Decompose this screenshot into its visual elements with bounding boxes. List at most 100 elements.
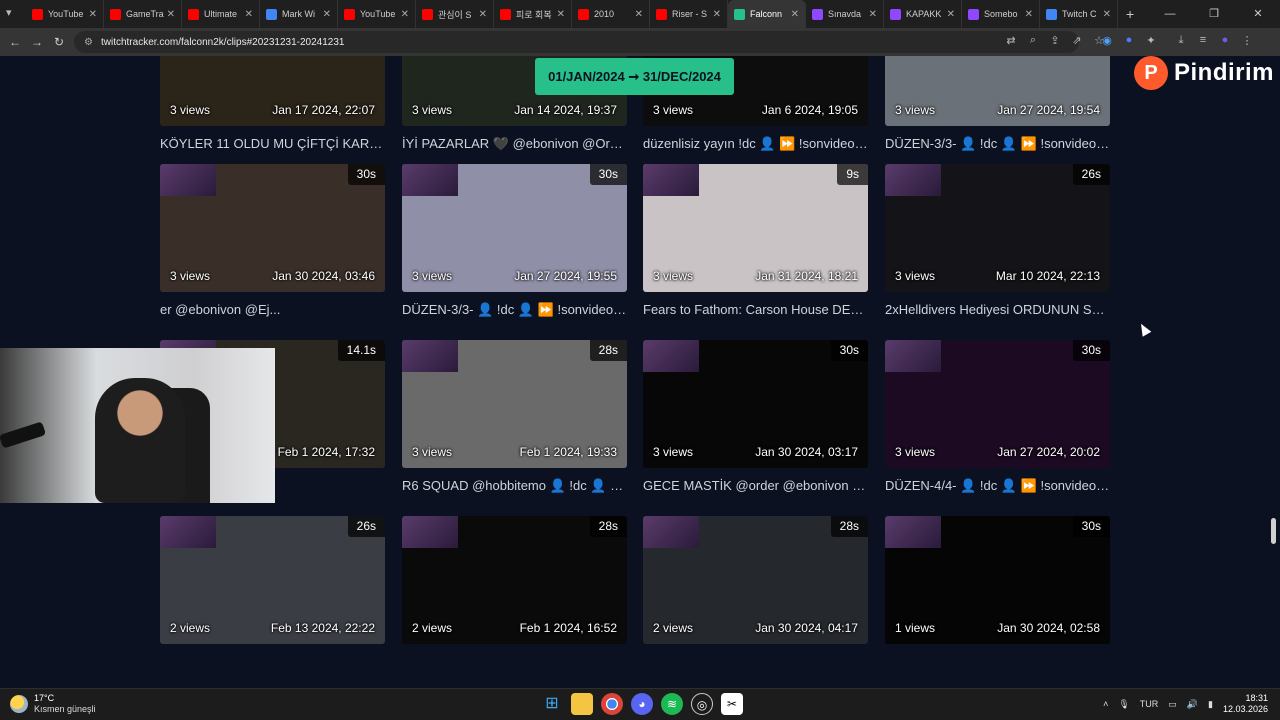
clip-card[interactable]: 26s 2 views Feb 13 2024, 22:22 <box>160 516 385 644</box>
share-icon[interactable]: ⇗ <box>1070 34 1084 47</box>
reading-list-icon[interactable]: ≡ <box>1196 34 1210 47</box>
clip-thumbnail[interactable]: 26s 3 views Mar 10 2024, 22:13 <box>885 164 1110 292</box>
kebab-menu-icon[interactable]: ⋮ <box>1240 34 1254 47</box>
clip-thumbnail[interactable]: 30s 3 views Jan 27 2024, 20:02 <box>885 340 1110 468</box>
extension-icon[interactable]: ◉ <box>1100 34 1114 47</box>
clip-title[interactable]: İYİ PAZARLAR 🖤 @ebonivon @Order !... <box>402 136 627 152</box>
clip-title[interactable]: GECE MASTİK @order @ebonivon @Ej... <box>643 478 868 493</box>
file-explorer-icon[interactable] <box>571 693 593 715</box>
clip-thumbnail[interactable]: 30s3 viewsJan 27 2024, 19:54 <box>885 56 1110 126</box>
clip-title[interactable]: düzenlisiz yayın !dc 👤 ⏩ !sonvideo !a... <box>643 136 868 152</box>
minimize-icon[interactable]: — <box>1148 0 1192 28</box>
download-icon[interactable]: ⤓ <box>1174 34 1188 47</box>
clip-thumbnail[interactable]: 30s 1 views Jan 30 2024, 02:58 <box>885 516 1110 644</box>
date-range-badge[interactable]: 01/JAN/2024 ➞ 31/DEC/2024 <box>535 58 734 95</box>
tray-overflow-icon[interactable]: ˄ <box>1103 699 1108 709</box>
spotify-icon[interactable]: ≋ <box>661 693 683 715</box>
forward-icon[interactable]: → <box>26 35 48 49</box>
browser-tab[interactable]: Falconn ✕ <box>728 0 806 28</box>
clip-card[interactable]: 9s 3 views Jan 31 2024, 18:21 Fears to Fath… <box>643 164 868 317</box>
weather-widget[interactable]: 17°C Kısmen güneşli <box>10 693 96 715</box>
tab-close-icon[interactable]: ✕ <box>635 9 643 20</box>
clip-card[interactable]: 28s 3 views Feb 1 2024, 19:33 R6 SQUAD @hob… <box>402 340 627 494</box>
volume-icon[interactable]: 🔊 <box>1187 699 1198 710</box>
tab-close-icon[interactable]: ✕ <box>1025 9 1033 20</box>
network-icon[interactable]: ▭ <box>1168 699 1177 710</box>
clip-thumbnail[interactable]: 26s 2 views Feb 13 2024, 22:22 <box>160 516 385 644</box>
tab-close-icon[interactable]: ✕ <box>401 9 409 20</box>
browser-tab[interactable]: GameTra ✕ <box>104 0 182 28</box>
close-window-icon[interactable]: ✕ <box>1236 0 1280 28</box>
browser-tab[interactable]: Ultimate ✕ <box>182 0 260 28</box>
clip-title[interactable]: KÖYLER 11 OLDU MU ÇİFTÇİ KARDE... <box>160 136 385 151</box>
capcut-icon[interactable]: ✂ <box>721 693 743 715</box>
browser-tab[interactable]: Sınavda ✕ <box>806 0 884 28</box>
clip-thumbnail[interactable]: 28s 2 views Jan 30 2024, 04:17 <box>643 516 868 644</box>
new-tab-button[interactable]: + <box>1126 6 1134 22</box>
clip-thumbnail[interactable]: 30s3 viewsJan 17 2024, 22:07 <box>160 56 385 126</box>
zoom-icon[interactable]: ⌕ <box>1026 34 1040 47</box>
tab-close-icon[interactable]: ✕ <box>713 9 721 20</box>
extensions-puzzle-icon[interactable]: ✦ <box>1144 34 1158 47</box>
restore-icon[interactable]: ❐ <box>1192 0 1236 28</box>
tab-close-icon[interactable]: ✕ <box>1103 9 1111 20</box>
install-icon[interactable]: ⇪ <box>1048 34 1062 47</box>
browser-tab[interactable]: Mark Wi ✕ <box>260 0 338 28</box>
language-indicator[interactable]: TUR <box>1140 699 1159 709</box>
steam-icon[interactable]: ◎ <box>691 693 713 715</box>
browser-tab[interactable]: 2010 ✕ <box>572 0 650 28</box>
clip-card[interactable]: 28s 2 views Jan 30 2024, 04:17 <box>643 516 868 644</box>
browser-tab[interactable]: Somebo ✕ <box>962 0 1040 28</box>
tab-close-icon[interactable]: ✕ <box>323 9 331 20</box>
browser-tab[interactable]: 관심이 S ✕ <box>416 0 494 28</box>
tab-close-icon[interactable]: ✕ <box>479 9 487 20</box>
browser-tab[interactable]: Riser - S ✕ <box>650 0 728 28</box>
clip-thumbnail[interactable]: 28s 2 views Feb 1 2024, 16:52 <box>402 516 627 644</box>
browser-tab[interactable]: YouTube ✕ <box>338 0 416 28</box>
browser-tab[interactable]: YouTube ✕ <box>26 0 104 28</box>
clip-card[interactable]: 30s 3 views Jan 30 2024, 03:17 GECE MASTİK … <box>643 340 868 493</box>
tab-close-icon[interactable]: ✕ <box>245 9 253 20</box>
discord-icon[interactable]: ◕ <box>631 693 653 715</box>
back-icon[interactable]: ← <box>4 35 26 49</box>
clip-thumbnail[interactable]: 30s 3 views Jan 27 2024, 19:55 <box>402 164 627 292</box>
battery-icon[interactable]: ▮ <box>1208 699 1213 710</box>
clip-card[interactable]: 26s 3 views Mar 10 2024, 22:13 2xHelldivers… <box>885 164 1110 317</box>
browser-tab[interactable]: Twitch C ✕ <box>1040 0 1118 28</box>
clip-card[interactable]: 30s3 viewsJan 27 2024, 19:54 DÜZEN-3/3- 👤… <box>885 56 1110 152</box>
clip-title[interactable]: DÜZEN-4/4- 👤 !dc 👤 ⏩ !sonvideo !a... <box>885 478 1110 494</box>
clip-thumbnail[interactable]: 9s 3 views Jan 31 2024, 18:21 <box>643 164 868 292</box>
tab-close-icon[interactable]: ✕ <box>947 9 955 20</box>
clip-card[interactable]: 30s 3 views Jan 27 2024, 19:55 DÜZEN-3/3- 👤… <box>402 164 627 318</box>
tab-close-icon[interactable]: ✕ <box>869 9 877 20</box>
clip-thumbnail[interactable]: 30s 3 views Jan 30 2024, 03:46 <box>160 164 385 292</box>
clip-title[interactable]: 2xHelldivers Hediyesi ORDUNUN SAN... <box>885 302 1110 317</box>
scrollbar-thumb[interactable] <box>1271 518 1276 544</box>
clip-card[interactable]: 30s 1 views Jan 30 2024, 02:58 <box>885 516 1110 644</box>
tab-close-icon[interactable]: ✕ <box>167 9 175 20</box>
clip-thumbnail[interactable]: 30s 3 views Jan 30 2024, 03:17 <box>643 340 868 468</box>
translate-icon[interactable]: ⇄ <box>1004 34 1018 47</box>
clip-card[interactable]: 30s3 viewsJan 17 2024, 22:07 KÖYLER 11 OL… <box>160 56 385 151</box>
clip-title[interactable]: Fears to Fathom: Carson House DENİY... <box>643 302 868 317</box>
windows-start-icon[interactable]: ⊞ <box>541 693 563 715</box>
chrome-icon[interactable] <box>601 693 623 715</box>
clip-card[interactable]: 28s 2 views Feb 1 2024, 16:52 <box>402 516 627 644</box>
clip-thumbnail[interactable]: 28s 3 views Feb 1 2024, 19:33 <box>402 340 627 468</box>
clip-title[interactable]: DÜZEN-3/3- 👤 !dc 👤 ⏩ !sonvideo !a... <box>885 136 1110 152</box>
tab-close-icon[interactable]: ✕ <box>557 9 565 20</box>
reload-icon[interactable]: ↻ <box>48 35 70 49</box>
extension-icon[interactable]: ● <box>1122 34 1136 47</box>
tab-close-icon[interactable]: ✕ <box>89 9 97 20</box>
browser-tab[interactable]: KAPAKK ✕ <box>884 0 962 28</box>
profile-avatar[interactable]: ● <box>1218 34 1232 47</box>
clip-card[interactable]: 30s 3 views Jan 27 2024, 20:02 DÜZEN-4/4- 👤… <box>885 340 1110 494</box>
clock[interactable]: 18:31 12.03.2026 <box>1223 693 1268 715</box>
clip-title[interactable]: R6 SQUAD @hobbitemo 👤 !dc 👤 ⏩ !... <box>402 478 627 494</box>
tab-search-icon[interactable]: ▾ <box>6 6 20 20</box>
clip-title[interactable]: er @ebonivon @Ej... <box>160 302 385 317</box>
clip-title[interactable]: DÜZEN-3/3- 👤 !dc 👤 ⏩ !sonvideo !a... <box>402 302 627 318</box>
microphone-icon[interactable]: 🎙 <box>1118 699 1129 710</box>
clip-card[interactable]: 30s 3 views Jan 30 2024, 03:46 er @ebonivon… <box>160 164 385 317</box>
tab-close-icon[interactable]: ✕ <box>791 9 799 20</box>
